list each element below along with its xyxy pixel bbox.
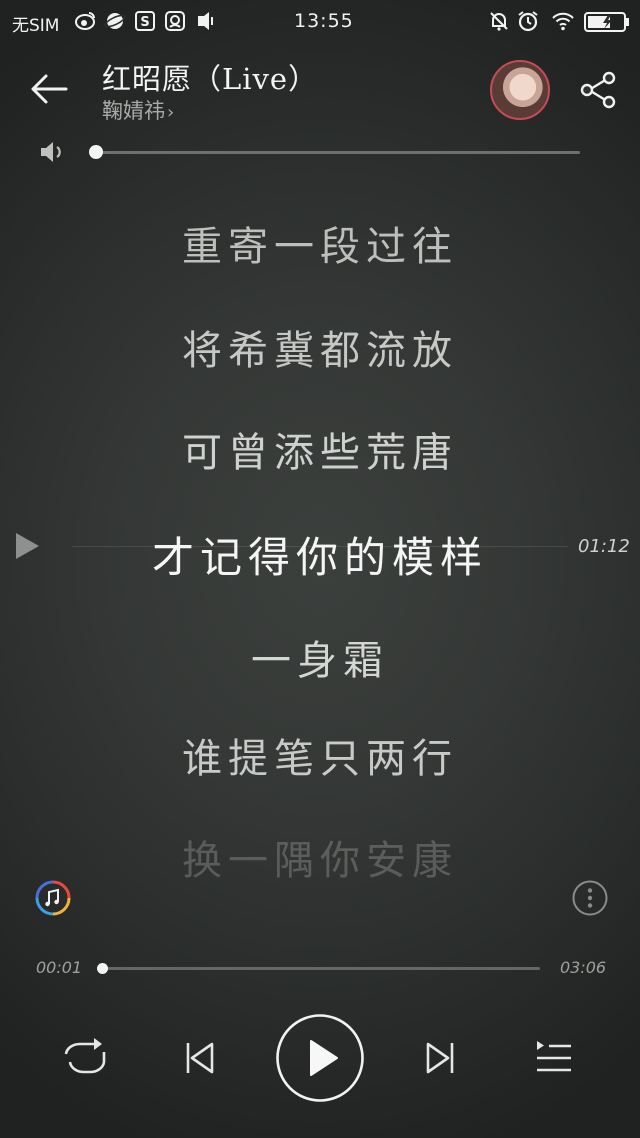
music-app-button[interactable] [34, 879, 72, 917]
share-icon [580, 71, 616, 109]
svg-text:S: S [140, 15, 149, 30]
volume-slider-thumb[interactable] [89, 145, 103, 159]
artist-avatar[interactable] [490, 60, 550, 120]
chevron-right-icon: › [167, 102, 175, 123]
battery-charging-icon [584, 11, 630, 33]
lyric-line[interactable]: 换一隅你安康 [0, 828, 640, 886]
qq-icon [164, 10, 186, 32]
skip-next-icon [426, 1042, 454, 1074]
progress-track[interactable] [100, 967, 540, 970]
lyric-line-current[interactable]: 才记得你的模样 [0, 524, 640, 585]
skip-previous-icon [186, 1042, 214, 1074]
total-time: 03:06 [560, 958, 607, 977]
lyric-line[interactable]: 重寄一段过往 [0, 214, 640, 272]
more-button[interactable] [571, 879, 609, 917]
clock: 13:55 [294, 10, 354, 32]
sim-status: 无SIM [12, 16, 60, 36]
next-button[interactable] [410, 1028, 470, 1088]
repeat-button[interactable] [56, 1028, 116, 1088]
lyric-line[interactable]: 将希冀都流放 [0, 318, 640, 376]
play-icon [276, 1014, 364, 1102]
previous-button[interactable] [170, 1028, 230, 1088]
lyric-line[interactable]: 可曾添些荒唐 [0, 420, 640, 478]
music-note-icon [35, 880, 71, 916]
playlist-button[interactable] [525, 1028, 585, 1088]
lyric-line[interactable]: 一身霜 [0, 628, 640, 686]
playlist-icon [537, 1041, 571, 1072]
s-icon: S [134, 10, 156, 32]
volume-slider-track[interactable] [96, 151, 580, 154]
mute-bell-icon [488, 10, 510, 32]
vibrate-icon [194, 10, 216, 32]
repeat-icon [64, 1038, 106, 1074]
song-title: 红昭愿（Live） [102, 62, 319, 96]
elapsed-time: 00:01 [36, 958, 83, 977]
weibo-icon [74, 10, 96, 32]
volume-icon[interactable] [38, 138, 66, 166]
back-button[interactable] [26, 66, 72, 112]
progress-thumb[interactable] [97, 963, 109, 974]
artist-name: 鞠婧祎 [102, 99, 165, 123]
play-pause-button[interactable] [275, 1013, 365, 1103]
more-vertical-icon [572, 880, 608, 916]
status-bar: 无SIM S 13:55 [0, 0, 640, 44]
lyric-line[interactable]: 谁提笔只两行 [0, 726, 640, 784]
share-button[interactable] [576, 68, 620, 112]
arrow-left-icon [31, 74, 68, 104]
artist-link[interactable]: 鞠婧祎 › [102, 95, 174, 125]
planet-icon [104, 10, 126, 32]
alarm-icon [517, 10, 539, 32]
wifi-icon [552, 10, 574, 32]
